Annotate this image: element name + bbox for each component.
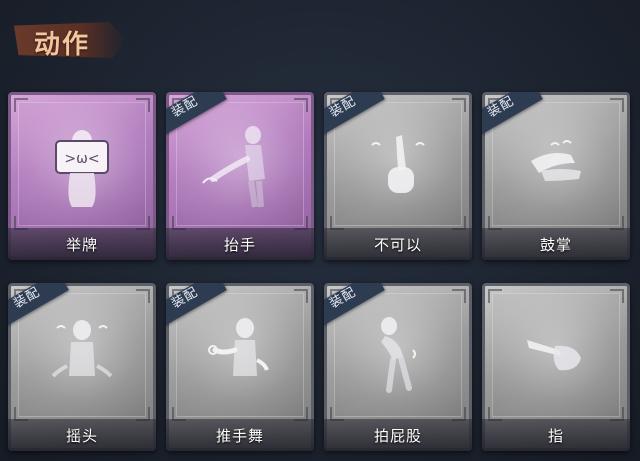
pointing-hand-icon (482, 305, 630, 405)
emote-card-0[interactable]: >ω< 举牌 (8, 92, 156, 260)
emote-label: 不可以 (373, 235, 422, 254)
emote-label: 摇头 (65, 426, 98, 445)
equipped-badge: 装配 (166, 92, 227, 135)
emote-card-7[interactable]: 指 (482, 283, 630, 451)
emote-label: 拍屁股 (373, 426, 422, 445)
equipped-badge: 装配 (324, 92, 385, 135)
equipped-badge: 装配 (482, 92, 543, 135)
head-shake-figure-icon (8, 305, 156, 405)
equipped-badge: 装配 (166, 283, 227, 326)
push-dance-figure-icon (166, 305, 314, 405)
equipped-badge: 装配 (324, 283, 385, 326)
emote-label: 指 (547, 426, 564, 445)
emote-card-5[interactable]: 装配 推手舞 (166, 283, 314, 451)
sign-holding-figure-icon: >ω< (8, 114, 156, 214)
wagging-finger-icon (324, 114, 472, 214)
emote-card-6[interactable]: 装配 拍屁股 (324, 283, 472, 451)
equipped-badge: 装配 (8, 283, 69, 326)
emote-label: 举牌 (65, 235, 98, 254)
emote-card-1[interactable]: 装配 抬手 (166, 92, 314, 260)
emote-card-3[interactable]: 装配 鼓掌 (482, 92, 630, 260)
emote-label: 抬手 (223, 235, 256, 254)
emote-card-2[interactable]: 装配 不可以 (324, 92, 472, 260)
butt-pat-figure-icon (324, 305, 472, 405)
emote-label: 推手舞 (215, 426, 264, 445)
svg-text:>ω<: >ω< (64, 151, 99, 167)
emote-grid: >ω< 举牌 装配 抬手 装配 不可以 装配 鼓掌 装配 摇头 装配 推手舞 装… (0, 0, 640, 461)
raising-hand-figure-icon (166, 114, 314, 214)
emote-label: 鼓掌 (539, 235, 572, 254)
clapping-hands-icon (482, 114, 630, 214)
emote-card-4[interactable]: 装配 摇头 (8, 283, 156, 451)
